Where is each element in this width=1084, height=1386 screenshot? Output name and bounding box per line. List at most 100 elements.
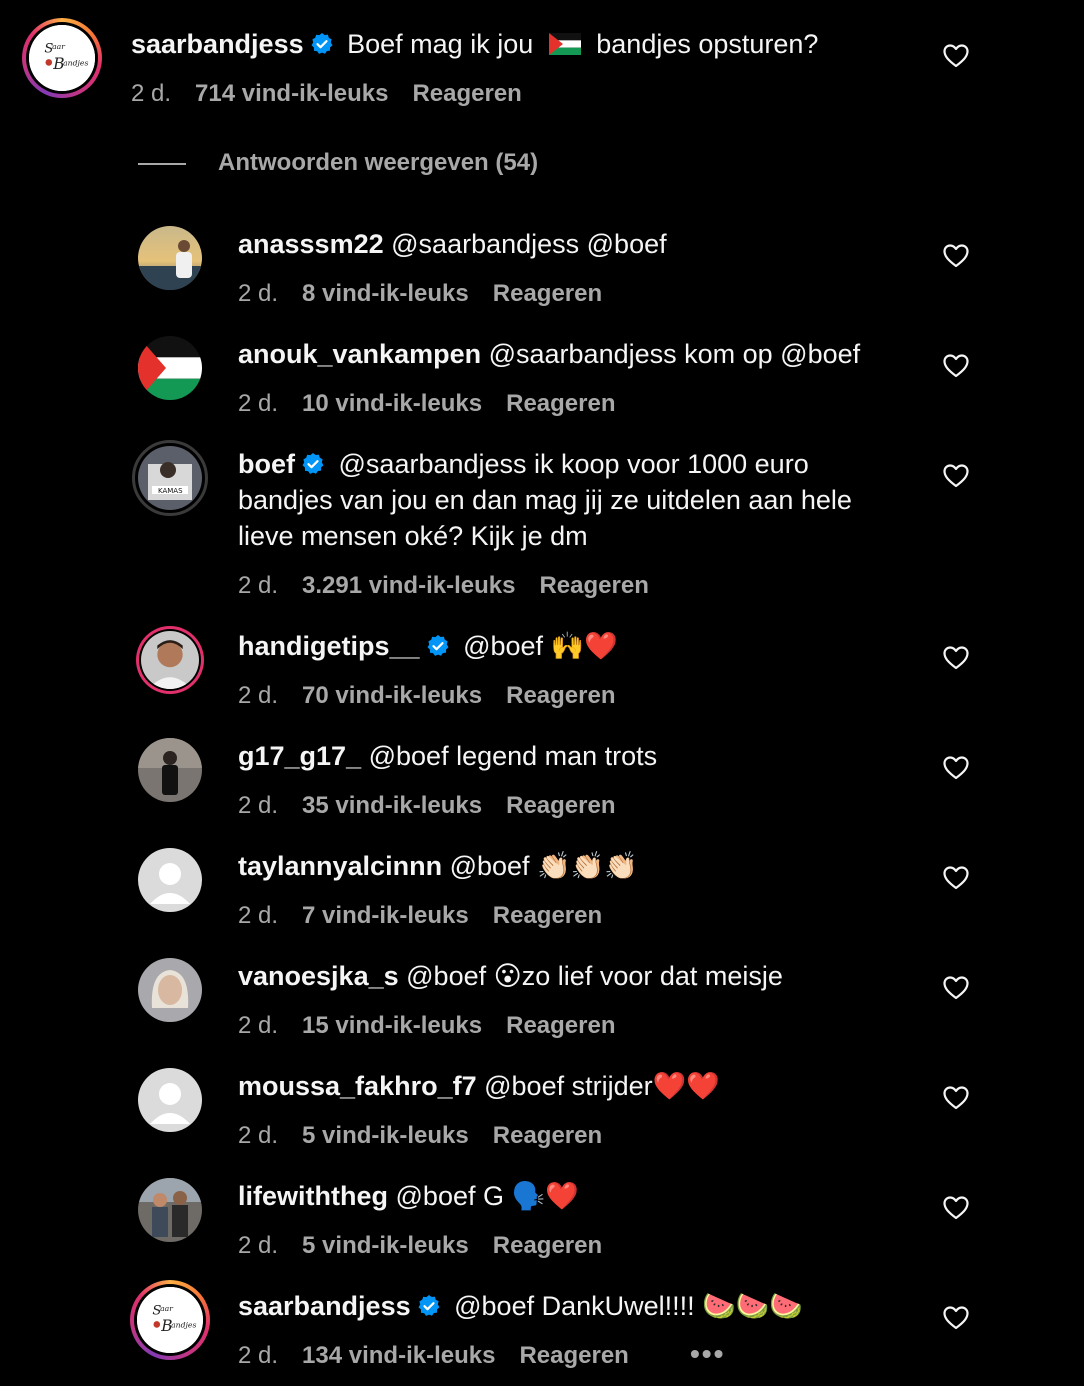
comment-meta: 2 d. 8 vind-ik-leuks Reageren xyxy=(238,279,626,309)
username[interactable]: lifewiththeg xyxy=(238,1181,388,1211)
username[interactable]: vanoesjka_s xyxy=(238,961,399,991)
comment-meta: 2 d. 134 vind-ik-leuks Reageren xyxy=(238,1341,653,1371)
comment-text: lieve mensen oké? Kijk je dm xyxy=(238,521,588,551)
heart-icon[interactable] xyxy=(943,756,969,780)
username[interactable]: taylannyalcinnn xyxy=(238,851,442,881)
svg-text:aar: aar xyxy=(52,42,66,51)
timestamp: 2 d. xyxy=(131,80,172,107)
avatar-taylannyalcinnn[interactable] xyxy=(138,848,202,912)
comment-meta: 2 d. 15 vind-ik-leuks Reageren xyxy=(238,1011,640,1041)
like-count[interactable]: 35 vind-ik-leuks xyxy=(302,792,482,819)
like-count[interactable]: 3.291 vind-ik-leuks xyxy=(302,572,515,599)
heart-icon[interactable] xyxy=(943,646,969,670)
reply-button[interactable]: Reageren xyxy=(506,390,615,417)
comment-text: @boef xyxy=(463,631,544,661)
timestamp: 2 d. xyxy=(238,1012,279,1039)
username[interactable]: saarbandjess xyxy=(131,29,304,59)
avatar-anasssm22[interactable] xyxy=(138,226,202,290)
avatar-handigetips[interactable] xyxy=(136,626,204,694)
verified-badge-icon xyxy=(426,631,450,656)
comment-text: @boef xyxy=(449,851,530,881)
avatar-g17-g17[interactable] xyxy=(138,738,202,802)
timestamp: 2 d. xyxy=(238,1122,279,1149)
surprised-face-emoji-icon: 😮 xyxy=(493,961,522,992)
reply-button[interactable]: Reageren xyxy=(412,80,521,107)
watermelon-emoji-icon: 🍉🍉🍉 xyxy=(702,1291,804,1322)
heart-icon[interactable] xyxy=(943,44,969,68)
reply-button[interactable]: Reageren xyxy=(506,792,615,819)
like-count[interactable]: 10 vind-ik-leuks xyxy=(302,390,482,417)
heart-icon[interactable] xyxy=(943,1306,969,1330)
comment-text: @saarbandjess ik koop voor 1000 euro xyxy=(338,449,809,479)
raised-hands-heart-emoji-icon: 🙌❤️ xyxy=(550,631,618,662)
comment-body: vanoesjka_s @boef 😮zo lief voor dat meis… xyxy=(238,958,783,995)
comment-body: moussa_fakhro_f7 @boef strijder❤️❤️ xyxy=(238,1068,720,1105)
comment-meta: 2 d. 7 vind-ik-leuks Reageren xyxy=(238,901,626,931)
red-hearts-emoji-icon: ❤️❤️ xyxy=(652,1071,720,1102)
comment-text: Boef mag ik jou xyxy=(347,29,534,59)
comment-text-cont: bandjes opsturen? xyxy=(596,29,819,59)
username[interactable]: anouk_vankampen xyxy=(238,339,481,369)
heart-icon[interactable] xyxy=(943,1196,969,1220)
avatar-moussa-fakhro-f7[interactable] xyxy=(138,1068,202,1132)
svg-text:aar: aar xyxy=(160,1304,174,1313)
comment-body: saarbandjess Boef mag ik jou bandjes ops… xyxy=(131,26,818,62)
like-count[interactable]: 5 vind-ik-leuks xyxy=(302,1122,469,1149)
username[interactable]: anasssm22 xyxy=(238,229,384,259)
replies-divider xyxy=(138,163,186,165)
reply-button[interactable]: Reageren xyxy=(493,280,602,307)
heart-icon[interactable] xyxy=(943,866,969,890)
comment-text: @boef DankUwel!!!! xyxy=(454,1291,695,1321)
more-options-button[interactable]: ••• xyxy=(690,1338,725,1370)
comment-meta: 2 d. 10 vind-ik-leuks Reageren xyxy=(238,389,640,419)
heart-icon[interactable] xyxy=(943,354,969,378)
avatar-boef[interactable]: KAMAS xyxy=(132,440,208,516)
username[interactable]: handigetips__ xyxy=(238,631,420,661)
comment-text: @saarbandjess kom op @boef xyxy=(488,339,861,369)
svg-text:KAMAS: KAMAS xyxy=(158,487,183,495)
username[interactable]: boef xyxy=(238,449,295,479)
clapping-hands-emoji-icon: 👏🏻👏🏻👏🏻 xyxy=(537,851,638,882)
reply-button[interactable]: Reageren xyxy=(519,1342,628,1369)
reply-button[interactable]: Reageren xyxy=(493,902,602,929)
comment-body: anouk_vankampen @saarbandjess kom op @bo… xyxy=(238,336,860,372)
heart-icon[interactable] xyxy=(943,464,969,488)
comment-body: saarbandjess @boef DankUwel!!!! 🍉🍉🍉 xyxy=(238,1288,803,1325)
reply-button[interactable]: Reageren xyxy=(506,1012,615,1039)
username[interactable]: moussa_fakhro_f7 xyxy=(238,1071,477,1101)
heart-icon[interactable] xyxy=(943,976,969,1000)
like-count[interactable]: 5 vind-ik-leuks xyxy=(302,1232,469,1259)
username[interactable]: saarbandjess xyxy=(238,1291,411,1321)
username[interactable]: g17_g17_ xyxy=(238,741,361,771)
palestine-flag-icon xyxy=(548,28,581,55)
like-count[interactable]: 70 vind-ik-leuks xyxy=(302,682,482,709)
like-count[interactable]: 134 vind-ik-leuks xyxy=(302,1342,495,1369)
comment-meta: 2 d. 70 vind-ik-leuks Reageren xyxy=(238,681,640,711)
reply-button[interactable]: Reageren xyxy=(493,1232,602,1259)
like-count[interactable]: 714 vind-ik-leuks xyxy=(195,80,388,107)
avatar-saarbandjess[interactable]: S aar B andjes xyxy=(22,18,102,98)
saar-bandjes-logo-icon: S aar B andjes xyxy=(29,25,95,91)
speaking-head-heart-emoji-icon: 🗣️❤️ xyxy=(511,1181,579,1212)
comment-body: g17_g17_ @boef legend man trots xyxy=(238,738,657,774)
comment-meta: 2 d. 714 vind-ik-leuks Reageren xyxy=(131,79,546,109)
reply-button[interactable]: Reageren xyxy=(539,572,648,599)
avatar-vanoesjka-s[interactable] xyxy=(138,958,202,1022)
like-count[interactable]: 7 vind-ik-leuks xyxy=(302,902,469,929)
like-count[interactable]: 8 vind-ik-leuks xyxy=(302,280,469,307)
svg-text:andjes: andjes xyxy=(63,59,88,68)
comment-body: taylannyalcinnn @boef 👏🏻👏🏻👏🏻 xyxy=(238,848,638,885)
reply-button[interactable]: Reageren xyxy=(493,1122,602,1149)
view-replies-button[interactable]: Antwoorden weergeven (54) xyxy=(218,147,538,179)
timestamp: 2 d. xyxy=(238,682,279,709)
timestamp: 2 d. xyxy=(238,390,279,417)
comment-meta: 2 d. 5 vind-ik-leuks Reageren xyxy=(238,1231,626,1261)
like-count[interactable]: 15 vind-ik-leuks xyxy=(302,1012,482,1039)
comment-meta: 2 d. 3.291 vind-ik-leuks Reageren xyxy=(238,571,673,601)
heart-icon[interactable] xyxy=(943,244,969,268)
avatar-lifewiththeg[interactable] xyxy=(138,1178,202,1242)
avatar-saarbandjess[interactable]: S aar B andjes xyxy=(130,1280,210,1360)
reply-button[interactable]: Reageren xyxy=(506,682,615,709)
heart-icon[interactable] xyxy=(943,1086,969,1110)
avatar-anouk-vankampen[interactable] xyxy=(138,336,202,400)
